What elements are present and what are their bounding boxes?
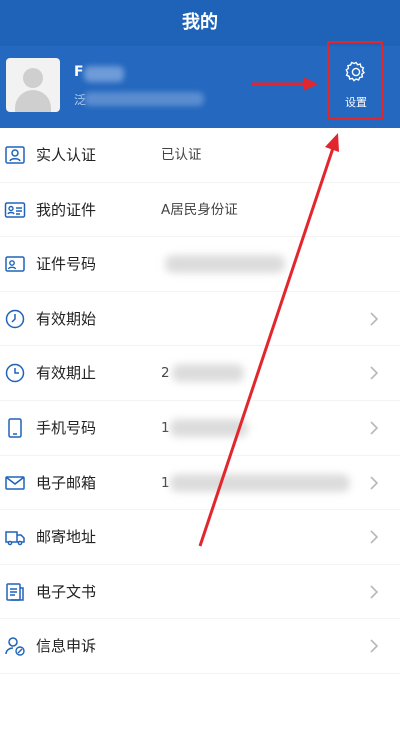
id-card-icon <box>4 201 26 218</box>
item-label: 手机号码 <box>36 418 97 437</box>
clock-icon <box>5 364 25 383</box>
profile-name: F <box>74 64 84 80</box>
item-label: 有效期止 <box>36 364 97 383</box>
list-item-valid-from[interactable]: 有效期始 <box>0 292 400 347</box>
item-value: 2 <box>161 365 170 382</box>
item-label: 邮寄地址 <box>36 528 97 547</box>
annotation-highlight-box <box>327 41 383 119</box>
list-item-my-documents[interactable]: 我的证件 A居民身份证 <box>0 183 400 238</box>
redacted-value <box>172 364 244 383</box>
item-value: 1 <box>161 474 170 491</box>
list-item-info-appeal[interactable]: 信息申诉 <box>0 619 400 674</box>
list-item-mailing-address[interactable]: 邮寄地址 <box>0 510 400 565</box>
item-value: 1 <box>161 419 170 436</box>
profile-menu-list: 实人认证 已认证 我的证件 A居民身份证 证件号码 有效期始 有效期止 2 手机… <box>0 128 400 674</box>
mail-icon <box>5 475 25 490</box>
profile-name-redacted <box>84 66 124 82</box>
item-value: A居民身份证 <box>161 201 238 218</box>
item-label: 实人认证 <box>36 146 97 164</box>
list-item-phone-number[interactable]: 手机号码 1 <box>0 401 400 456</box>
item-label: 证件号码 <box>36 255 97 274</box>
item-value: 已认证 <box>161 147 202 163</box>
item-label: 电子文书 <box>36 582 97 601</box>
user-edit-icon <box>5 637 25 657</box>
list-item-valid-until[interactable]: 有效期止 2 <box>0 346 400 401</box>
id-photo-icon <box>5 256 25 272</box>
list-item-electronic-documents[interactable]: 电子文书 <box>0 565 400 620</box>
clock-icon <box>5 309 25 329</box>
document-icon <box>6 583 24 601</box>
item-label: 信息申诉 <box>36 637 97 656</box>
chevron-right-icon <box>370 312 379 326</box>
redacted-value <box>165 255 285 274</box>
chevron-right-icon <box>370 421 379 435</box>
page-title: 我的 <box>0 0 400 46</box>
item-label: 我的证件 <box>36 200 97 219</box>
redacted-value <box>170 418 248 437</box>
chevron-right-icon <box>370 530 379 544</box>
chevron-right-icon <box>370 585 379 599</box>
redacted-value <box>170 473 350 492</box>
chevron-right-icon <box>370 366 379 380</box>
profile-desc-redacted <box>84 92 204 106</box>
avatar-head <box>23 68 43 88</box>
list-item-id-number[interactable]: 证件号码 <box>0 237 400 292</box>
avatar[interactable] <box>6 58 60 112</box>
list-item-email[interactable]: 电子邮箱 1 <box>0 456 400 511</box>
person-card-icon <box>5 146 25 164</box>
truck-icon <box>5 531 25 546</box>
item-label: 有效期始 <box>36 309 97 328</box>
phone-icon <box>8 418 22 438</box>
list-item-real-name-auth[interactable]: 实人认证 已认证 <box>0 128 400 183</box>
avatar-body <box>15 90 51 112</box>
chevron-right-icon <box>370 639 379 653</box>
chevron-right-icon <box>370 475 379 490</box>
item-label: 电子邮箱 <box>36 473 97 492</box>
